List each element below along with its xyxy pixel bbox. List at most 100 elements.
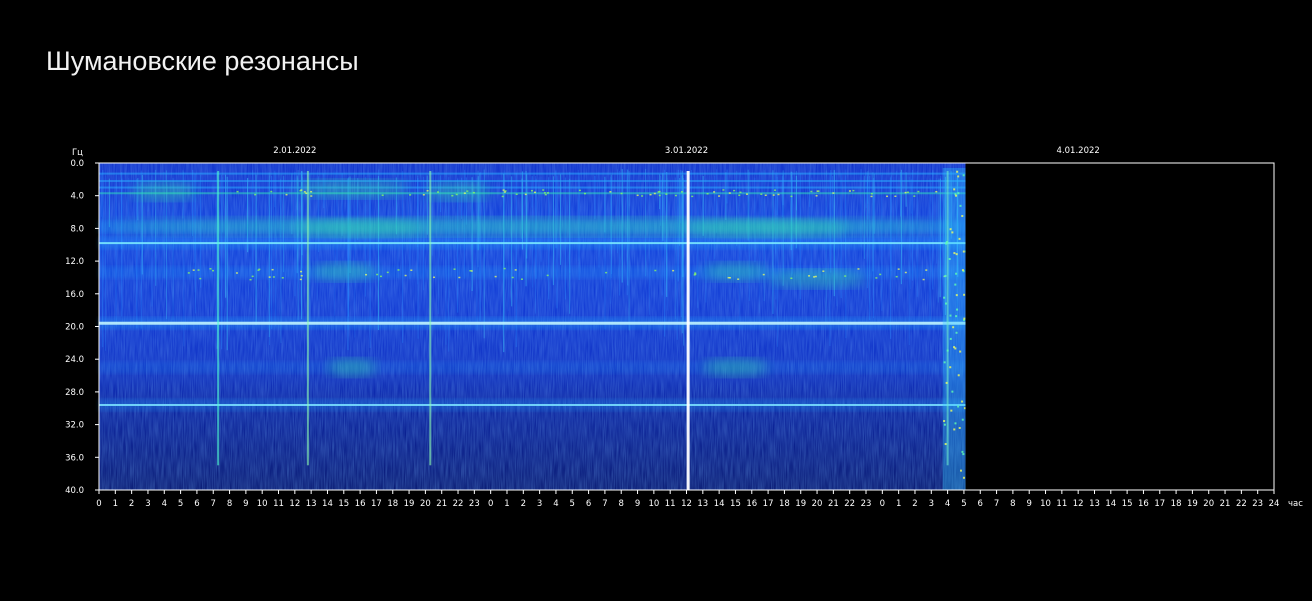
x-axis-unit-label: час	[1288, 499, 1303, 509]
intensity-speckle	[544, 193, 547, 196]
x-tick-label: 2	[912, 499, 917, 509]
end-burst-speckle	[963, 293, 966, 296]
intensity-speckle	[764, 194, 767, 197]
intensity-speckle	[511, 276, 514, 279]
intensity-speckle	[733, 189, 736, 192]
resonance-line	[99, 321, 966, 325]
end-burst-speckle	[952, 326, 955, 329]
intensity-speckle	[386, 271, 389, 274]
end-burst-speckle	[944, 443, 947, 446]
end-burst-speckle	[953, 188, 956, 191]
x-tick-label: 7	[602, 499, 607, 509]
end-burst-speckle	[955, 253, 958, 256]
intensity-speckle	[810, 190, 813, 193]
end-burst-speckle	[957, 374, 960, 377]
intensity-speckle	[469, 270, 472, 272]
y-tick-label: 36.0	[65, 453, 84, 463]
intensity-speckle	[303, 191, 306, 193]
end-burst-speckle	[955, 272, 958, 275]
intensity-speckle	[546, 192, 549, 194]
intensity-speckle	[870, 193, 873, 195]
end-burst-speckle	[943, 420, 946, 423]
x-tick-label: 12	[1073, 499, 1084, 509]
x-tick-label: 23	[861, 499, 872, 509]
x-tick-label: 20	[1203, 499, 1214, 509]
intensity-speckle	[503, 191, 506, 193]
intensity-speckle	[270, 190, 273, 193]
y-tick-label: 0.0	[70, 159, 84, 169]
end-burst-speckle	[949, 314, 952, 317]
end-burst-speckle	[959, 350, 962, 353]
x-tick-label: 11	[1056, 499, 1067, 509]
end-burst-speckle	[949, 366, 952, 369]
intensity-speckle	[904, 271, 907, 274]
intensity-speckle	[773, 189, 776, 191]
end-burst-speckle	[950, 409, 953, 412]
intensity-speckle	[894, 195, 897, 198]
x-tick-label: 12	[681, 499, 692, 509]
intensity-speckle	[654, 269, 657, 272]
end-burst-speckle	[943, 361, 946, 364]
intensity-speckle	[790, 195, 793, 198]
intensity-speckle	[426, 190, 429, 192]
intensity-speckle	[925, 269, 928, 271]
x-tick-label: 16	[355, 499, 366, 509]
intensity-speckle	[672, 269, 675, 272]
intensity-speckle	[674, 194, 677, 197]
x-tick-label: 15	[730, 499, 741, 509]
x-tick-label: 1	[113, 499, 118, 509]
burst-event	[306, 171, 309, 466]
intensity-speckle	[813, 276, 816, 278]
end-burst-speckle	[951, 390, 954, 393]
intensity-speckle	[300, 275, 303, 277]
x-tick-label: 2	[521, 499, 526, 509]
y-tick-label: 12.0	[65, 257, 84, 267]
intensity-speckle	[772, 194, 775, 196]
x-tick-label: 10	[257, 499, 268, 509]
intensity-speckle	[879, 273, 882, 276]
x-tick-label: 6	[978, 499, 983, 509]
x-tick-label: 18	[1171, 499, 1182, 509]
intensity-speckle	[515, 193, 518, 196]
burst-event	[429, 171, 432, 466]
x-tick-label: 5	[961, 499, 966, 509]
x-tick-label: 21	[828, 499, 839, 509]
y-tick-label: 40.0	[65, 486, 84, 496]
x-tick-label: 22	[453, 499, 464, 509]
x-tick-label: 14	[1105, 499, 1116, 509]
intensity-speckle	[790, 277, 793, 280]
intensity-speckle	[299, 278, 302, 281]
intensity-speckle	[192, 269, 195, 271]
burst-event	[686, 171, 690, 490]
x-tick-label: 18	[779, 499, 790, 509]
x-tick-label: 19	[1187, 499, 1198, 509]
x-tick-label: 13	[306, 499, 317, 509]
activity-patch	[425, 182, 491, 201]
intensity-speckle	[236, 190, 239, 193]
intensity-speckle	[649, 193, 652, 196]
intensity-speckle	[494, 275, 497, 278]
x-tick-label: 8	[619, 499, 624, 509]
y-tick-label: 32.0	[65, 421, 84, 431]
end-burst-speckle	[953, 252, 956, 255]
activity-patch	[768, 270, 867, 289]
intensity-speckle	[653, 192, 656, 195]
intensity-speckle	[251, 275, 254, 278]
activity-patch	[99, 217, 964, 236]
intensity-speckle	[691, 195, 694, 198]
end-burst-speckle	[948, 257, 951, 260]
intensity-speckle	[453, 268, 456, 270]
x-tick-label: 8	[1010, 499, 1015, 509]
intensity-speckle	[409, 194, 412, 196]
intensity-speckle	[762, 273, 765, 276]
end-burst-speckle	[949, 228, 952, 231]
end-burst-speckle	[962, 476, 965, 479]
intensity-speckle	[268, 276, 271, 278]
intensity-speckle	[254, 193, 257, 196]
intensity-speckle	[281, 277, 284, 279]
end-burst-speckle	[949, 337, 952, 340]
x-tick-label: 23	[469, 499, 480, 509]
intensity-speckle	[680, 191, 683, 193]
intensity-speckle	[299, 190, 302, 192]
x-tick-label: 1	[896, 499, 901, 509]
